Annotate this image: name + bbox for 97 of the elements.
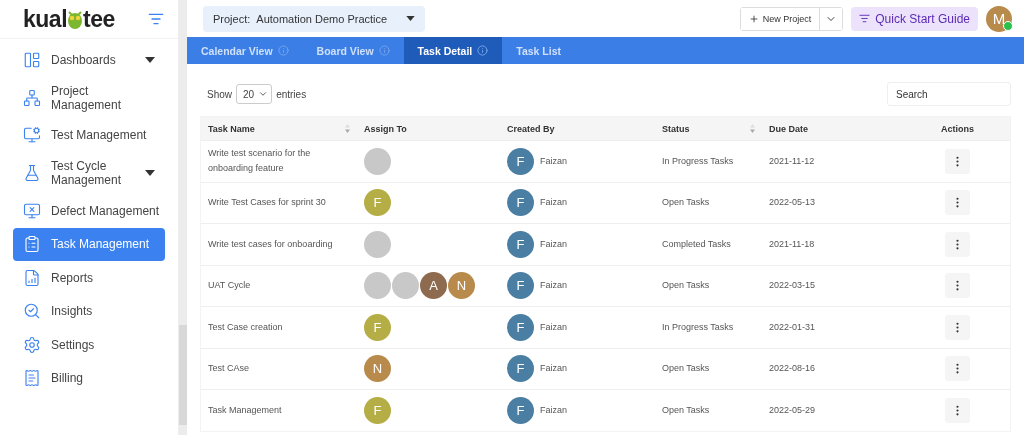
menu-icon: [23, 201, 41, 220]
table-cell-text: Test CAse: [208, 362, 249, 376]
sidebar-item[interactable]: Insights: [13, 294, 165, 328]
table-cell-text: Open Tasks: [662, 362, 710, 376]
chevron-down-icon: [258, 89, 269, 99]
logo-text: kual: [23, 5, 68, 33]
avatar: N: [364, 355, 391, 383]
table-cell-text: 2022-08-16: [769, 362, 816, 376]
entries-select[interactable]: 20: [236, 84, 273, 104]
table-cell-text: Write test scenario for the onboarding feature: [208, 147, 312, 176]
table-cell-text: Faizan: [540, 320, 567, 334]
table-cell-text: 2021-11-18: [769, 237, 815, 251]
avatar: F: [507, 230, 534, 258]
sidebar-item[interactable]: Dashboards: [13, 43, 165, 77]
table-cell-text: Faizan: [540, 279, 567, 293]
avatar-placeholder: [364, 230, 391, 258]
sidebar-item[interactable]: Billing: [13, 361, 165, 395]
table-cell-text: Test Case creation: [208, 320, 283, 334]
owl-logo-icon: [67, 9, 84, 29]
column-header[interactable]: Assign To: [357, 117, 500, 140]
table-cell-text: 2022-05-29: [769, 403, 816, 417]
column-header[interactable]: Created By: [500, 117, 655, 140]
table-cell-text: Open Tasks: [662, 403, 710, 417]
column-header[interactable]: Actions: [905, 117, 1010, 140]
quick-start-guide-button[interactable]: Quick Start Guide: [851, 6, 978, 31]
avatar: F: [507, 396, 534, 424]
sidebar-item[interactable]: Settings: [13, 328, 165, 362]
sidebar-item[interactable]: Test Cycle Management: [13, 152, 165, 194]
column-header[interactable]: Due Date: [762, 117, 905, 140]
table-cell-text: 2022-01-31: [769, 320, 816, 334]
new-project-button[interactable]: New Project: [740, 7, 821, 30]
avatar: F: [364, 313, 391, 341]
avatar: F: [507, 147, 534, 175]
sidebar-item[interactable]: Project Management: [13, 76, 165, 119]
sidebar-item[interactable]: Reports: [13, 261, 165, 295]
search-field[interactable]: Search: [887, 82, 1011, 106]
table-cell-text: Faizan: [540, 403, 567, 417]
menu-icon: [23, 268, 41, 287]
table-cell-text: Task Management: [208, 403, 282, 417]
table-cell-text: Open Tasks: [662, 196, 710, 210]
avatar: F: [507, 355, 534, 383]
table-cell-text: In Progress Tasks: [662, 320, 734, 334]
table-cell-text: UAT Cycle: [208, 279, 251, 293]
caret-icon: [145, 56, 155, 63]
table-cell-text: Open Tasks: [662, 279, 710, 293]
more-actions-button[interactable]: [945, 397, 970, 423]
table-cell-text: Faizan: [540, 154, 567, 168]
more-actions-button[interactable]: [945, 273, 970, 299]
sidebar-item[interactable]: Task Management: [13, 227, 165, 261]
table-cell-text: 2022-05-13: [769, 196, 816, 210]
list-icon: [859, 13, 871, 24]
avatar: F: [364, 396, 391, 424]
more-actions-button[interactable]: [945, 148, 970, 174]
table-cell-text: Write test cases for onboarding: [208, 237, 333, 251]
menu-icon: [23, 302, 41, 321]
avatar: F: [364, 189, 391, 217]
menu-icon: [23, 369, 41, 388]
more-actions-button[interactable]: [945, 190, 970, 216]
broken-image-avatar: [364, 272, 391, 300]
caret-icon: [406, 16, 415, 21]
avatar: A: [420, 272, 447, 300]
more-actions-button[interactable]: [945, 231, 970, 257]
show-label: Show: [207, 88, 232, 100]
table-cell-text: Faizan: [540, 196, 567, 210]
entries-label: entries: [276, 88, 307, 100]
more-actions-button[interactable]: [945, 314, 970, 340]
avatar-placeholder: [392, 272, 419, 300]
avatar: F: [507, 189, 534, 217]
caret-icon: [145, 170, 155, 176]
avatar: F: [507, 272, 534, 300]
table-cell-text: Write Test Cases for sprint 30: [208, 196, 326, 210]
table-cell-text: Faizan: [540, 237, 567, 251]
tab[interactable]: Task Detail: [403, 37, 503, 64]
sidebar-item[interactable]: Defect Management: [13, 194, 165, 228]
table-cell-text: 2022-03-15: [769, 279, 816, 293]
column-header[interactable]: Status: [655, 117, 762, 140]
menu-icon: [23, 88, 41, 107]
table-cell-text: Completed Tasks: [662, 237, 731, 251]
menu-icon: [23, 164, 41, 182]
menu-icon: [23, 50, 41, 69]
table-cell-text: Faizan: [540, 362, 567, 376]
sidebar-item[interactable]: Test Management: [13, 118, 165, 152]
plus-icon: [748, 13, 759, 24]
avatar: F: [507, 313, 534, 341]
menu-icon: [23, 335, 41, 354]
more-actions-button[interactable]: [945, 356, 970, 382]
menu-icon: [23, 235, 41, 254]
table-cell-text: 2021-11-12: [769, 154, 815, 168]
logo-text: tee: [83, 5, 115, 33]
scrollbar-thumb[interactable]: [179, 325, 187, 425]
menu-icon: [23, 126, 41, 145]
avatar: N: [448, 272, 475, 300]
column-header[interactable]: Task Name: [201, 117, 357, 140]
avatar-placeholder: [364, 147, 391, 175]
project-select[interactable]: Project: Automation Demo Practice: [203, 5, 425, 32]
collapse-menu-icon[interactable]: [148, 11, 164, 27]
table-cell-text: In Progress Tasks: [662, 154, 734, 168]
